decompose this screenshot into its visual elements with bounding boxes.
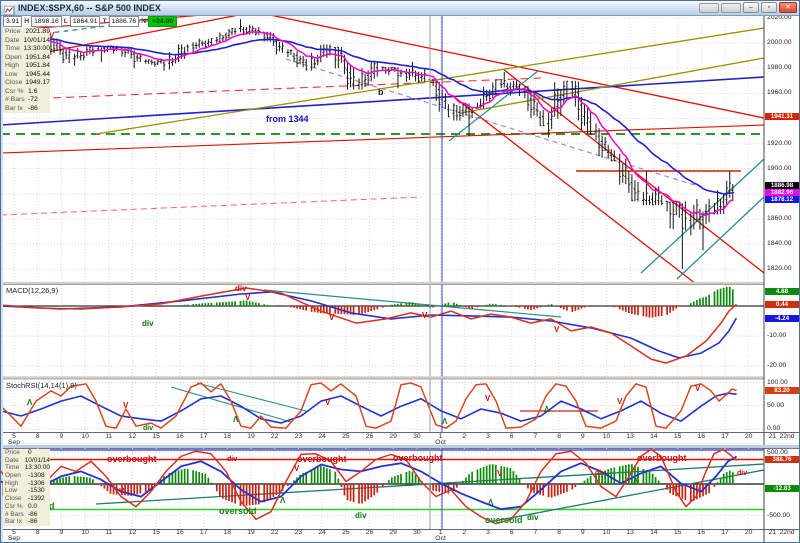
info-row: Low 1945.44 xyxy=(5,70,50,78)
info-row: Close -1392 xyxy=(5,495,45,503)
quote-box: 3.91 xyxy=(3,16,23,27)
info-row: # Bars -72 xyxy=(5,96,38,103)
info-row: Bar Ix -86 xyxy=(5,104,38,112)
quote-box: 1864.91 xyxy=(69,16,101,27)
maximize-button[interactable]: ▫ xyxy=(761,2,777,13)
info-row: Csr % 0.0 xyxy=(5,502,38,510)
quote-label: H xyxy=(24,18,30,25)
info-row: Csr % 1.6 xyxy=(5,87,38,95)
quote-box: 1898.16 xyxy=(31,16,62,27)
toolbar-button-2[interactable] xyxy=(721,2,741,13)
info-row: High -1306 xyxy=(5,479,45,487)
info-row: Open -1308 xyxy=(5,472,45,480)
quote-strip: 3.91 H 1898.16 L 1864.91 T 1886.76 N +24.00 xyxy=(3,16,178,27)
breadth-chart-pane[interactable] xyxy=(3,448,799,529)
info-row: Bar Ix -86 xyxy=(5,518,38,526)
data-window-breadth: Price 0 Date 10/01/14 Time 13:30:00 Open -1308 H… xyxy=(3,449,50,526)
toolbar-button-1[interactable] xyxy=(699,2,719,13)
info-row: Price 0 xyxy=(5,449,32,456)
info-row: Price 2021.89 xyxy=(5,28,50,35)
data-window-main: Price 2021.89 Date 10/01/14 Time 13:30:00 Open… xyxy=(3,28,50,113)
quote-label: N xyxy=(141,18,147,25)
net-change-box: +24.00 xyxy=(148,16,178,27)
info-row: Date 10/01/14 xyxy=(5,456,50,464)
x-axis-strip-top xyxy=(3,432,799,445)
app-window: INDEX:$SPX,60 -- S&P 500 INDEX – ▫ ✕ 202… xyxy=(0,0,800,543)
quote-label: L xyxy=(63,18,68,25)
x-axis-strip-bottom xyxy=(3,529,799,542)
window-title: INDEX:$SPX,60 -- S&P 500 INDEX xyxy=(18,3,161,13)
quote-box: 1886.76 xyxy=(108,16,140,27)
info-row: Close 1949.17 xyxy=(5,79,50,86)
macd-panel-label: MACD(12,26,9) xyxy=(6,286,59,295)
info-row: Open 1951.84 xyxy=(5,53,50,61)
info-row: High 1951.84 xyxy=(5,62,50,69)
app-icon xyxy=(3,3,15,16)
info-row: Date 10/01/14 xyxy=(5,36,50,44)
info-row: Low -1530 xyxy=(5,487,45,495)
minimize-button[interactable]: – xyxy=(743,2,759,13)
title-bar[interactable]: INDEX:$SPX,60 -- S&P 500 INDEX – ▫ ✕ xyxy=(1,1,799,16)
stoch-panel-label: StochRSI(14,14(1),9) xyxy=(6,381,77,390)
info-row: Time 13:30:00 xyxy=(5,45,50,52)
info-row: Time 13:30:00 xyxy=(5,464,50,472)
main-chart-pane[interactable] xyxy=(3,15,799,432)
info-row: # Bars -86 xyxy=(5,510,38,518)
quote-label: T xyxy=(102,18,107,25)
close-button[interactable]: ✕ xyxy=(779,2,797,13)
